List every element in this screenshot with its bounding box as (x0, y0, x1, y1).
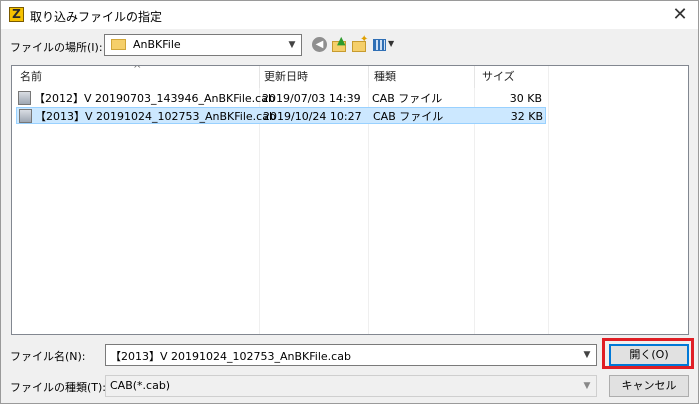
folder-icon (111, 39, 126, 50)
cancel-button[interactable]: キャンセル (609, 375, 689, 397)
file-type: CAB ファイル (373, 110, 444, 123)
lookin-value: AnBKFile (133, 38, 181, 51)
filetype-label: ファイルの種類(T): (10, 381, 107, 394)
chevron-down-icon[interactable]: ▼ (580, 379, 594, 393)
header-separator (474, 66, 475, 88)
header-separator (259, 66, 260, 88)
column-header-type[interactable]: 種類 (374, 66, 396, 88)
lookin-dropdown[interactable]: AnBKFile ▼ (104, 34, 302, 56)
file-size: 30 KB (509, 92, 542, 105)
lookin-label: ファイルの場所(I): (10, 41, 103, 54)
column-divider (548, 66, 549, 334)
file-type: CAB ファイル (372, 92, 443, 105)
new-folder-icon[interactable]: ✦ (351, 34, 369, 54)
file-list[interactable]: 名前 ^ 更新日時 種類 サイズ 【2012】V 20190703_143946… (11, 65, 689, 335)
file-row-selected[interactable]: 【2013】V 20191024_102753_AnBKFile.cab 201… (16, 107, 546, 124)
dialog-title: 取り込みファイルの指定 (30, 10, 163, 24)
header-separator (368, 66, 369, 88)
file-open-dialog: Z 取り込みファイルの指定 ✕ ファイルの場所(I): AnBKFile ▼ ◀… (0, 0, 699, 404)
cab-file-icon (19, 109, 32, 123)
title-bar: Z 取り込みファイルの指定 ✕ (1, 1, 698, 29)
filename-input[interactable]: 【2013】V 20191024_102753_AnBKFile.cab ▼ (105, 344, 597, 366)
file-date: 2019/10/24 10:27 (263, 110, 362, 123)
column-header-name[interactable]: 名前 (20, 66, 42, 88)
close-button[interactable]: ✕ (668, 4, 692, 26)
column-header-date[interactable]: 更新日時 (264, 66, 308, 88)
filetype-value: CAB(*.cab) (110, 379, 171, 392)
open-button[interactable]: 開く(O) (609, 344, 689, 366)
back-icon[interactable]: ◀ (311, 36, 329, 54)
up-folder-icon[interactable]: ▲ (331, 34, 349, 54)
filename-value: 【2013】V 20191024_102753_AnBKFile.cab (110, 350, 351, 363)
file-row[interactable]: 【2012】V 20190703_143946_AnBKFile.cab 201… (16, 90, 546, 107)
chevron-down-icon[interactable]: ▼ (285, 38, 299, 52)
chevron-down-icon[interactable]: ▼ (580, 348, 594, 362)
file-name: 【2012】V 20190703_143946_AnBKFile.cab (34, 92, 275, 105)
column-header-size[interactable]: サイズ (482, 66, 515, 88)
sort-ascending-icon: ^ (133, 65, 142, 75)
file-name: 【2013】V 20191024_102753_AnBKFile.cab (35, 110, 276, 123)
filename-label: ファイル名(N): (10, 350, 86, 363)
app-icon: Z (9, 7, 24, 22)
file-date: 2019/07/03 14:39 (262, 92, 361, 105)
cab-file-icon (18, 91, 31, 105)
view-menu-icon[interactable]: ▼ (372, 36, 398, 54)
filetype-select[interactable]: CAB(*.cab) ▼ (105, 375, 597, 397)
file-size: 32 KB (510, 110, 543, 123)
